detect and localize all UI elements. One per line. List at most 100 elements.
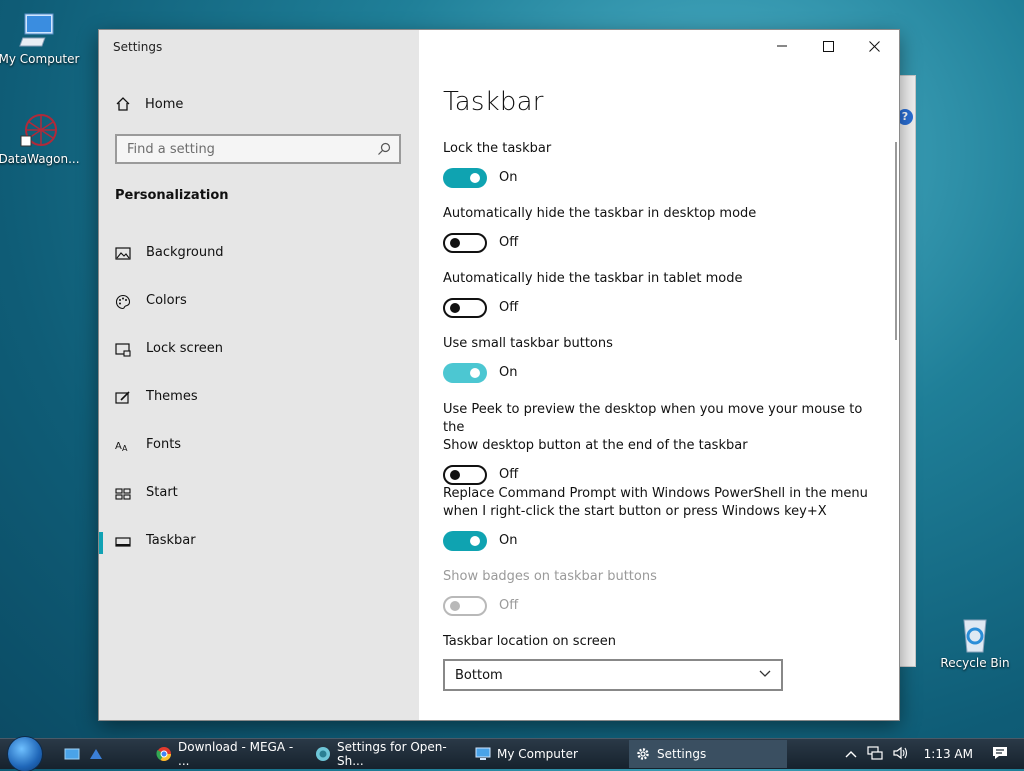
chevron-down-icon <box>759 670 771 677</box>
chrome-icon <box>156 747 171 761</box>
search-input[interactable] <box>117 136 377 162</box>
recycle-bin-icon <box>963 619 987 653</box>
search-icon[interactable] <box>377 142 391 156</box>
toggle-state: Off <box>499 300 519 315</box>
setting-autohide-desktop: Automatically hide the taskbar in deskto… <box>443 205 883 255</box>
setting-powershell: Replace Command Prompt with Windows Powe… <box>443 485 883 553</box>
task-my-computer[interactable]: My Computer <box>469 740 621 768</box>
dropdown-value: Bottom <box>455 668 503 683</box>
setting-peek: Use Peek to preview the desktop when you… <box>443 401 883 487</box>
window-title: Settings <box>113 40 163 54</box>
setting-label-line1: Use Peek to preview the desktop when you… <box>443 402 863 435</box>
help-icon[interactable]: ? <box>897 109 913 125</box>
settings-sidebar: Settings Home Personalization Background… <box>99 30 419 720</box>
setting-location: Taskbar location on screen <box>443 633 883 651</box>
autohide-tablet-toggle[interactable] <box>443 298 487 318</box>
toggle-state: On <box>499 533 518 548</box>
task-settings[interactable]: Settings <box>629 740 787 768</box>
action-center-icon[interactable] <box>992 746 1008 763</box>
scrollbar[interactable] <box>895 142 897 340</box>
setting-label: Automatically hide the taskbar in tablet… <box>443 271 743 286</box>
network-icon[interactable] <box>867 745 883 763</box>
setting-label: Lock the taskbar <box>443 141 552 156</box>
badges-toggle <box>443 596 487 616</box>
volume-icon[interactable] <box>893 746 909 763</box>
start-button[interactable] <box>8 737 42 771</box>
computer-icon <box>475 747 491 760</box>
lock-screen-icon <box>115 343 131 357</box>
setting-small-buttons: Use small taskbar buttons On <box>443 335 883 385</box>
show-desktop-icon[interactable] <box>64 747 80 761</box>
sidebar-item-themes[interactable]: Themes <box>99 380 419 416</box>
sidebar-item-start[interactable]: Start <box>99 476 419 512</box>
setting-label-line2: Show desktop button at the end of the ta… <box>443 438 748 453</box>
sidebar-item-label: Themes <box>146 389 198 404</box>
themes-icon <box>115 391 130 404</box>
gear-icon <box>637 748 649 760</box>
desktop-icon-label: My Computer <box>0 52 80 66</box>
toggle-state: Off <box>499 235 519 250</box>
home-icon <box>116 97 130 111</box>
sidebar-item-lock-screen[interactable]: Lock screen <box>99 332 419 368</box>
desktop-icon-label: Recycle Bin <box>940 656 1010 670</box>
task-chrome[interactable]: Download - MEGA - ... <box>150 740 300 768</box>
open-shell-icon <box>316 747 330 761</box>
toggle-state: On <box>499 365 518 380</box>
quick-launch <box>64 747 104 761</box>
setting-badges: Show badges on taskbar buttons Off <box>443 568 883 618</box>
home-button[interactable]: Home <box>115 94 183 114</box>
fonts-icon: AA <box>115 441 128 453</box>
setting-label: Use small taskbar buttons <box>443 336 613 351</box>
lock-taskbar-toggle[interactable] <box>443 168 487 188</box>
system-taskbar: Download - MEGA - ... Settings for Open-… <box>0 737 1024 771</box>
chevron-up-icon[interactable] <box>845 747 857 761</box>
small-buttons-toggle[interactable] <box>443 363 487 383</box>
desktop-icon-label: DataWagon... <box>0 152 80 166</box>
desktop-icon-datawagon[interactable]: DataWagon... <box>0 110 82 166</box>
switch-windows-icon[interactable] <box>88 747 104 761</box>
sidebar-item-fonts[interactable]: AA Fonts <box>99 428 419 464</box>
settings-content: Taskbar Lock the taskbar On Automaticall… <box>419 30 899 720</box>
toggle-state: Off <box>499 598 519 613</box>
svg-text:A: A <box>122 444 128 453</box>
desktop-icon-my-computer[interactable]: My Computer <box>0 10 82 66</box>
task-label: Settings for Open-Sh... <box>337 740 447 768</box>
sidebar-item-colors[interactable]: Colors <box>99 284 419 320</box>
home-label: Home <box>145 96 184 112</box>
section-title: Personalization <box>115 188 229 203</box>
start-icon <box>115 488 131 500</box>
palette-icon <box>115 294 131 310</box>
task-label: Download - MEGA - ... <box>178 740 294 768</box>
setting-lock-taskbar: Lock the taskbar On <box>443 140 883 190</box>
sidebar-item-taskbar[interactable]: Taskbar <box>99 524 419 560</box>
desktop-icon-recycle-bin[interactable]: Recycle Bin <box>932 614 1018 670</box>
task-label: My Computer <box>497 747 578 761</box>
task-label: Settings <box>657 747 707 761</box>
system-tray: 1:13 AM <box>840 739 1024 769</box>
task-open-shell-settings[interactable]: Settings for Open-Sh... <box>309 740 461 768</box>
background-icon <box>115 247 131 260</box>
taskbar-icon <box>115 537 131 547</box>
peek-toggle[interactable] <box>443 465 487 485</box>
sidebar-item-label: Colors <box>146 293 187 308</box>
setting-label: Automatically hide the taskbar in deskto… <box>443 206 757 221</box>
setting-label-line1: Replace Command Prompt with Windows Powe… <box>443 486 868 501</box>
setting-label: Taskbar location on screen <box>443 634 617 649</box>
search-box[interactable] <box>115 134 401 164</box>
sidebar-item-label: Start <box>146 485 178 500</box>
sidebar-item-label: Background <box>146 245 224 260</box>
svg-text:A: A <box>115 441 122 452</box>
toggle-state: On <box>499 170 518 185</box>
powershell-toggle[interactable] <box>443 531 487 551</box>
page-title: Taskbar <box>443 87 544 117</box>
sidebar-item-label: Lock screen <box>146 341 223 356</box>
sidebar-item-background[interactable]: Background <box>99 236 419 272</box>
taskbar-location-dropdown[interactable]: Bottom <box>443 659 783 691</box>
datawagon-icon <box>20 114 57 147</box>
autohide-desktop-toggle[interactable] <box>443 233 487 253</box>
setting-autohide-tablet: Automatically hide the taskbar in tablet… <box>443 270 883 320</box>
settings-window: Settings Home Personalization Background… <box>99 30 899 720</box>
clock[interactable]: 1:13 AM <box>924 747 973 761</box>
setting-label-line2: when I right-click the start button or p… <box>443 504 827 519</box>
sidebar-item-label: Fonts <box>146 437 182 452</box>
